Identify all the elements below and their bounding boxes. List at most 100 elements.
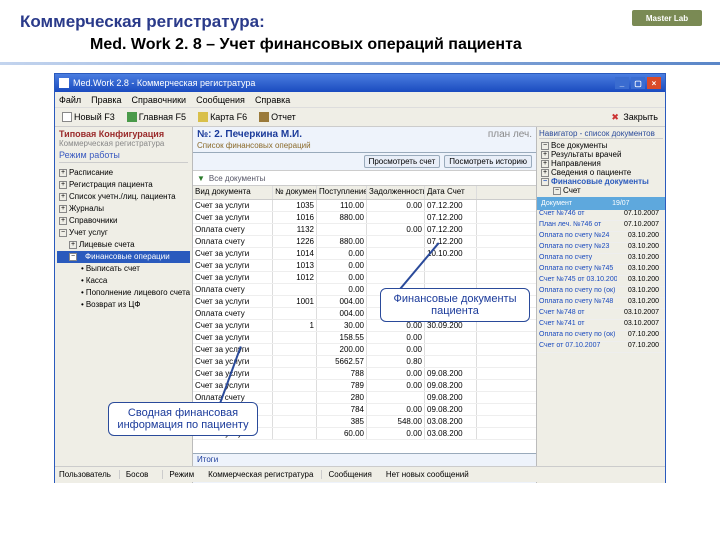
close-icon: ✖: [611, 112, 621, 122]
nav-item[interactable]: +Направления: [539, 159, 663, 168]
toolbar: Новый F3 Главная F5 Карта F6 Отчет ✖Закр…: [55, 107, 665, 127]
view-history-button[interactable]: Посмотреть историю: [444, 155, 532, 168]
view-bill-button[interactable]: Просмотреть счет: [364, 155, 441, 168]
doc-row[interactable]: Оплата по счету №2403.10.200: [537, 232, 665, 243]
menubar: Файл Правка Справочники Сообщения Справк…: [55, 92, 665, 107]
menu-help[interactable]: Справка: [255, 95, 290, 105]
page-title: Коммерческая регистратура:: [0, 0, 720, 36]
divider: [0, 62, 720, 65]
col-income[interactable]: Поступление: [317, 186, 367, 199]
doc-row[interactable]: Оплата по счету №74803.10.200: [537, 298, 665, 309]
callout-summary: Сводная финансовая информация по пациент…: [108, 402, 258, 436]
tb-main[interactable]: Главная F5: [124, 111, 189, 123]
doc-row[interactable]: Счет №741 от03.10.2007: [537, 320, 665, 331]
nav-item[interactable]: +Сведения о пациенте: [539, 168, 663, 177]
doc-row[interactable]: Оплата по счету по (ок)03.10.200: [537, 287, 665, 298]
status-mode: Коммерческая регистратура: [208, 470, 313, 479]
tree-item[interactable]: +Справочники: [57, 215, 190, 227]
tb-card[interactable]: Карта F6: [195, 111, 250, 123]
tree-item[interactable]: +Список учетн./лиц. пациента: [57, 191, 190, 203]
table-row[interactable]: Счет за услуги1016880.0007.12.200: [193, 212, 536, 224]
config-title: Типовая Конфигурация: [59, 129, 188, 139]
totals-label: Итоги: [197, 455, 532, 464]
status-msg: Нет новых сообщений: [386, 470, 469, 479]
menu-edit[interactable]: Правка: [91, 95, 121, 105]
close-button[interactable]: ×: [647, 77, 661, 89]
doc-row[interactable]: Счет №745 от 03.10.200703.10.200: [537, 276, 665, 287]
table-row[interactable]: Счет за услуги158.550.00: [193, 332, 536, 344]
mode-label: Режим работы: [59, 150, 188, 163]
tree-item[interactable]: −Учет услуг: [57, 227, 190, 239]
tree-subitem[interactable]: • Пополнение лицевого счета: [57, 287, 190, 299]
tree-subitem[interactable]: • Касса: [57, 275, 190, 287]
nav-subitem[interactable]: −Счет: [539, 186, 663, 195]
table-row[interactable]: Счет за услуги200.000.00: [193, 344, 536, 356]
config-sub: Коммерческая регистратура: [59, 139, 188, 148]
status-mode-label: Режим: [162, 470, 200, 479]
doc-row[interactable]: Счет от 07.10.200707.10.200: [537, 342, 665, 353]
tb-report[interactable]: Отчет: [256, 111, 299, 123]
nav-item[interactable]: +Результаты врачей: [539, 150, 663, 159]
tree-subitem[interactable]: • Выписать счет: [57, 263, 190, 275]
tree-item[interactable]: +Регистрация пациента: [57, 179, 190, 191]
nav-item[interactable]: −Все документы: [539, 141, 663, 150]
col-docno[interactable]: № документа: [273, 186, 317, 199]
maximize-button[interactable]: ▢: [631, 77, 645, 89]
col-date[interactable]: Дата Счет: [425, 186, 477, 199]
table-row[interactable]: Счет за услуги10140.0010.10.200: [193, 248, 536, 260]
statusbar: Пользователь Босов Режим Коммерческая ре…: [55, 466, 665, 482]
tree-item[interactable]: +Журналы: [57, 203, 190, 215]
table-row[interactable]: Счет за услуги10130.00: [193, 260, 536, 272]
tree-item[interactable]: +Расписание: [57, 167, 190, 179]
table-header: Вид документа № документа Поступление За…: [193, 185, 536, 200]
menu-msg[interactable]: Сообщения: [196, 95, 245, 105]
page-subtitle: Med. Work 2. 8 – Учет финансовых операци…: [0, 36, 720, 62]
docs-header: Документ19/07: [537, 197, 665, 210]
doc-row[interactable]: Оплата по счету №74503.10.200: [537, 265, 665, 276]
filter-bar: ▼ Все документы: [193, 171, 536, 185]
tree-subitem[interactable]: +Лицевые счета: [57, 239, 190, 251]
table-row[interactable]: Оплата счету1226880.0007.12.200: [193, 236, 536, 248]
patient-name: Печеркина М.И.: [225, 129, 302, 140]
home-icon: [127, 112, 137, 122]
doc-row[interactable]: Оплата по счету по (ок)07.10.200: [537, 331, 665, 342]
list-title: Список финансовых операций: [197, 141, 311, 150]
filter-all[interactable]: Все документы: [209, 174, 265, 183]
table-row[interactable]: Счет за услуги7880.0009.08.200: [193, 368, 536, 380]
tree-subitem[interactable]: • Возврат из ЦФ: [57, 299, 190, 311]
table-row[interactable]: Счет за услуги7890.0009.08.200: [193, 380, 536, 392]
doc-row[interactable]: Оплата по счету №2303.10.200: [537, 243, 665, 254]
window-title: Med.Work 2.8 - Коммерческая регистратура: [73, 78, 255, 88]
status-user: Босов: [119, 470, 155, 479]
tb-close[interactable]: ✖Закрыть: [608, 111, 661, 123]
table-row[interactable]: Счет за услуги1035110.000.0007.12.200: [193, 200, 536, 212]
table-row[interactable]: Оплата счету11320.0007.12.200: [193, 224, 536, 236]
navigator: Навигатор - список документов −Все докум…: [537, 127, 665, 197]
status-user-label: Пользователь: [59, 470, 111, 479]
card-icon: [198, 112, 208, 122]
tree-finops-selected[interactable]: −Финансовые операции: [57, 251, 190, 263]
doc-row[interactable]: Оплата по счету03.10.200: [537, 254, 665, 265]
patient-no: №: 2.: [197, 129, 223, 140]
doc-row[interactable]: Счет №748 от03.10.2007: [537, 309, 665, 320]
col-debt[interactable]: Задолженность: [367, 186, 425, 199]
minimize-button[interactable]: _: [615, 77, 629, 89]
plan-link[interactable]: план леч.: [488, 129, 532, 140]
status-msg-label: Сообщения: [321, 470, 377, 479]
doc-row[interactable]: План леч. №746 от07.10.2007: [537, 221, 665, 232]
app-icon: [59, 78, 69, 88]
nav-item-findocs[interactable]: −Финансовые документы: [539, 177, 663, 186]
titlebar: Med.Work 2.8 - Коммерческая регистратура…: [55, 74, 665, 92]
report-icon: [259, 112, 269, 122]
callout-findocs: Финансовые документы пациента: [380, 288, 530, 322]
doc-row[interactable]: Счет №746 от07.10.2007: [537, 210, 665, 221]
filter-icon[interactable]: ▼: [197, 174, 205, 183]
menu-dict[interactable]: Справочники: [132, 95, 187, 105]
menu-file[interactable]: Файл: [59, 95, 81, 105]
brand-logo: Master Lab: [632, 10, 702, 26]
nav-title: Навигатор - список документов: [539, 129, 663, 139]
table-row[interactable]: Счет за услуги10120.00: [193, 272, 536, 284]
table-row[interactable]: Счет за услуги5662.570.80: [193, 356, 536, 368]
col-doctype[interactable]: Вид документа: [193, 186, 273, 199]
tb-new[interactable]: Новый F3: [59, 111, 118, 123]
